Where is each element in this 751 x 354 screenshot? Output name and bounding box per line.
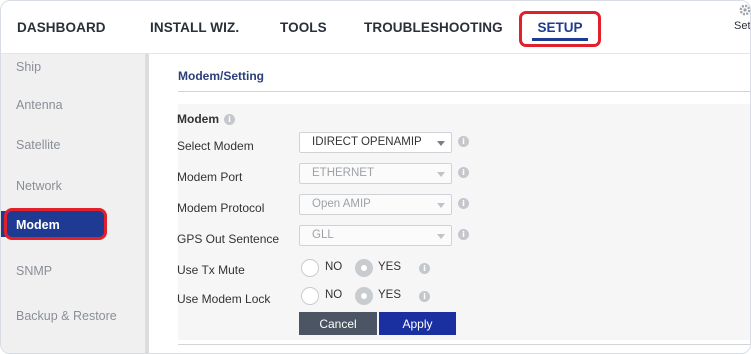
sidebar-highlight-box [4, 208, 107, 240]
nav-setup[interactable]: SETUP [519, 11, 601, 47]
chevron-down-icon [437, 172, 445, 177]
cancel-button[interactable]: Cancel [299, 312, 377, 335]
info-icon[interactable]: i [224, 114, 235, 125]
active-tab-underline [532, 38, 588, 41]
app-frame: DASHBOARD INSTALL WIZ. TOOLS TROUBLESHOO… [0, 0, 751, 354]
info-icon[interactable]: i [458, 229, 469, 240]
apply-button[interactable]: Apply [379, 312, 456, 335]
panel-divider [178, 344, 750, 345]
modem-lock-yes-label: YES [378, 289, 402, 301]
settings-label[interactable]: Set [734, 20, 750, 32]
nav-install-wizard[interactable]: INSTALL WIZ. [150, 20, 239, 35]
tx-mute-no-radio[interactable] [301, 259, 319, 277]
sidebar-item-antenna[interactable]: Antenna [16, 98, 63, 112]
modem-port-value: ETHERNET [312, 167, 374, 179]
sidebar-item-network[interactable]: Network [16, 179, 62, 193]
gps-out-label: GPS Out Sentence [177, 232, 280, 246]
chevron-down-icon [437, 203, 445, 208]
tx-mute-label: Use Tx Mute [177, 263, 245, 277]
gear-icon[interactable] [738, 3, 751, 17]
section-divider [178, 91, 750, 92]
nav-troubleshooting[interactable]: TROUBLESHOOTING [364, 20, 503, 35]
modem-lock-yes-radio[interactable] [355, 287, 373, 305]
nav-dashboard[interactable]: DASHBOARD [17, 20, 106, 35]
modem-port-label: Modem Port [177, 170, 243, 184]
tx-mute-yes-label: YES [378, 261, 402, 273]
gps-out-value: GLL [312, 229, 334, 241]
info-icon[interactable]: i [419, 263, 430, 274]
select-modem-label: Select Modem [177, 139, 254, 153]
panel-heading: Modem [177, 112, 219, 126]
top-nav: DASHBOARD INSTALL WIZ. TOOLS TROUBLESHOO… [1, 1, 751, 54]
sidebar-item-satellite[interactable]: Satellite [16, 138, 60, 152]
info-icon[interactable]: i [458, 136, 469, 147]
select-modem-dropdown[interactable]: IDIRECT OPENAMIP [299, 132, 452, 153]
modem-protocol-value: Open AMIP [312, 198, 371, 210]
sidebar-item-snmp[interactable]: SNMP [16, 264, 52, 278]
info-icon[interactable]: i [458, 167, 469, 178]
nav-setup-label: SETUP [537, 20, 583, 35]
gps-out-dropdown[interactable]: GLL [299, 225, 452, 246]
chevron-down-icon [437, 234, 445, 239]
tx-mute-no-label: NO [325, 261, 343, 273]
section-title: Modem/Setting [178, 69, 264, 83]
modem-port-dropdown[interactable]: ETHERNET [299, 163, 452, 184]
modem-protocol-dropdown[interactable]: Open AMIP [299, 194, 452, 215]
select-modem-value: IDIRECT OPENAMIP [312, 136, 422, 148]
info-icon[interactable]: i [458, 198, 469, 209]
sidebar-item-backup-restore[interactable]: Backup & Restore [16, 309, 117, 323]
chevron-down-icon [437, 141, 445, 146]
sidebar: Ship Antenna Satellite Network SNMP Back… [1, 54, 149, 353]
modem-lock-no-label: NO [325, 289, 343, 301]
nav-tools[interactable]: TOOLS [280, 20, 327, 35]
sidebar-item-ship[interactable]: Ship [16, 60, 41, 74]
modem-protocol-label: Modem Protocol [177, 201, 265, 215]
tx-mute-yes-radio[interactable] [355, 259, 373, 277]
info-icon[interactable]: i [419, 291, 430, 302]
modem-lock-no-radio[interactable] [301, 287, 319, 305]
modem-lock-label: Use Modem Lock [177, 292, 271, 306]
